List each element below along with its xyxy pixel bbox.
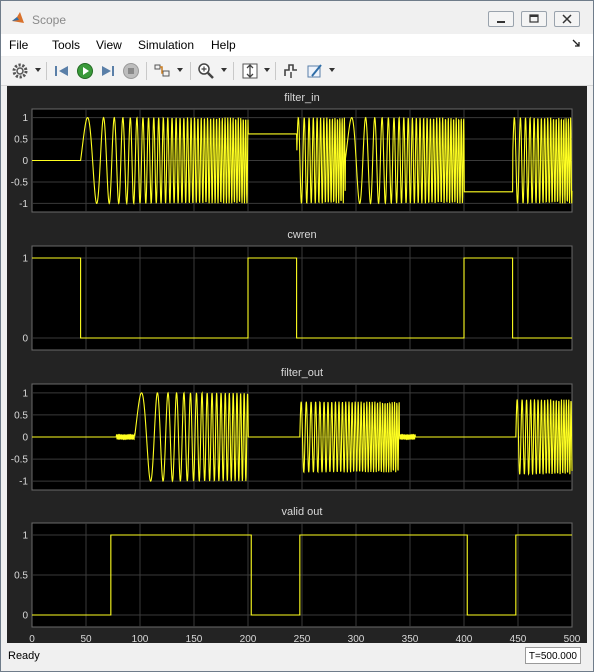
plot-title: filter_out — [281, 367, 323, 379]
status-text: Ready — [8, 650, 40, 662]
plot-title: valid out — [282, 506, 323, 518]
menu-bar: File Tools View Simulation Help — [1, 34, 593, 56]
toolbar-separator — [46, 62, 47, 80]
toolbar-separator — [146, 62, 147, 80]
y-tick-label: 1 — [22, 531, 28, 542]
title-bar: Scope — [1, 1, 593, 33]
x-tick-label: 250 — [294, 634, 311, 643]
y-tick-label: 0.5 — [14, 410, 28, 421]
plot-title: filter_in — [284, 92, 319, 104]
dock-arrow-icon[interactable] — [571, 38, 581, 50]
menu-view[interactable]: View — [96, 38, 122, 52]
triggers-icon[interactable] — [282, 62, 300, 80]
scope-plots[interactable]: filter_in -1 -0.5 0 0.5 1 cwren 0 1 filter_out -1 -… — [7, 86, 587, 643]
minimize-button[interactable] — [488, 11, 514, 27]
y-tick-label: -1 — [19, 477, 28, 488]
y-tick-label: -1 — [19, 199, 28, 210]
y-tick-label: 0.5 — [14, 571, 28, 582]
menu-simulation[interactable]: Simulation — [138, 38, 194, 52]
toolbar-separator — [233, 62, 234, 80]
x-tick-label: 500 — [564, 634, 581, 643]
restore-icon — [529, 14, 539, 23]
plot-title: cwren — [287, 229, 316, 241]
scale-axes-icon[interactable] — [241, 62, 259, 80]
x-tick-label: 0 — [29, 634, 35, 643]
menu-file[interactable]: File — [9, 38, 28, 52]
y-tick-label: -0.5 — [11, 455, 29, 466]
signal-select-icon[interactable] — [153, 62, 171, 80]
x-tick-label: 300 — [348, 634, 365, 643]
signal-dropdown-arrow[interactable] — [177, 68, 183, 72]
menu-tools[interactable]: Tools — [52, 38, 80, 52]
scope-window: Scope File Tools View Simulation Help fi… — [0, 0, 594, 672]
toolbar-separator — [275, 62, 276, 80]
run-icon[interactable] — [76, 62, 94, 80]
step-back-icon[interactable] — [53, 62, 71, 80]
y-tick-label: -0.5 — [11, 177, 29, 188]
y-tick-label: 0 — [22, 433, 28, 444]
scope-display: filter_in -1 -0.5 0 0.5 1 cwren 0 1 filter_out -1 -… — [7, 86, 587, 643]
toolbar — [1, 57, 593, 86]
measurements-dropdown-arrow[interactable] — [329, 68, 335, 72]
window-title: Scope — [32, 13, 67, 27]
status-bar: Ready T=500.000 — [1, 646, 593, 670]
y-tick-label: 0.5 — [14, 135, 28, 146]
y-tick-label: 0 — [22, 156, 28, 167]
close-icon — [562, 14, 572, 24]
scale-dropdown-arrow[interactable] — [264, 68, 270, 72]
y-tick-label: 0 — [22, 334, 28, 345]
simulation-time: T=500.000 — [525, 647, 581, 664]
y-tick-label: 1 — [22, 254, 28, 265]
toolbar-separator — [190, 62, 191, 80]
x-tick-label: 50 — [80, 634, 92, 643]
x-tick-label: 350 — [402, 634, 419, 643]
x-tick-label: 150 — [186, 634, 203, 643]
settings-dropdown-arrow[interactable] — [35, 68, 41, 72]
step-forward-icon[interactable] — [99, 62, 117, 80]
stop-icon[interactable] — [122, 62, 140, 80]
zoom-dropdown-arrow[interactable] — [221, 68, 227, 72]
measurements-icon[interactable] — [306, 62, 324, 80]
maximize-button[interactable] — [521, 11, 547, 27]
x-tick-label: 400 — [456, 634, 473, 643]
zoom-icon[interactable] — [197, 62, 215, 80]
minimize-icon — [497, 21, 505, 23]
x-tick-label: 200 — [240, 634, 257, 643]
gear-icon[interactable] — [11, 62, 29, 80]
x-tick-label: 450 — [510, 634, 527, 643]
matlab-app-icon — [12, 12, 24, 23]
close-button[interactable] — [554, 11, 580, 27]
menu-help[interactable]: Help — [211, 38, 236, 52]
y-tick-label: 1 — [22, 113, 28, 124]
y-tick-label: 1 — [22, 388, 28, 399]
x-tick-label: 100 — [132, 634, 149, 643]
y-tick-label: 0 — [22, 611, 28, 622]
